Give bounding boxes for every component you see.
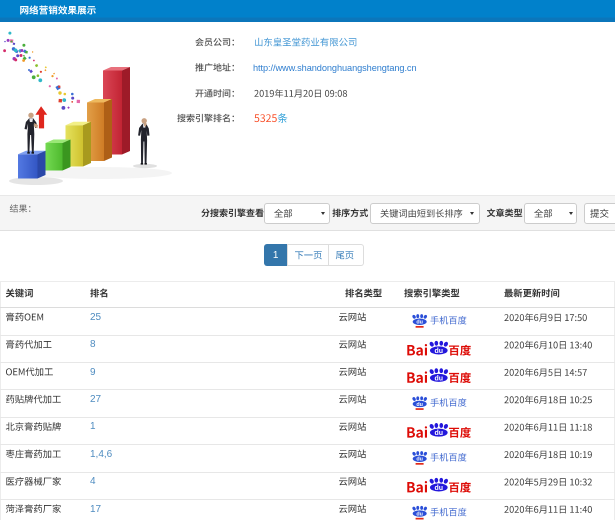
svg-text:du: du	[435, 430, 444, 437]
svg-text:du: du	[416, 512, 423, 518]
svg-text:du: du	[416, 402, 423, 408]
svg-text:du: du	[435, 348, 444, 355]
svg-text:du: du	[435, 485, 444, 492]
svg-text:du: du	[435, 375, 444, 382]
svg-text:du: du	[416, 457, 423, 463]
svg-text:du: du	[416, 320, 423, 326]
